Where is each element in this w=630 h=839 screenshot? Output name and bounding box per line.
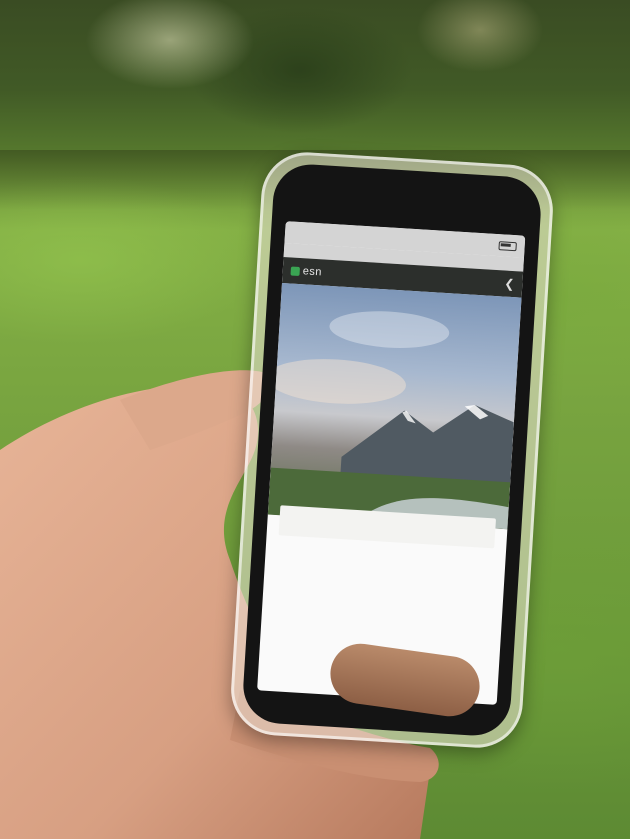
battery-icon (498, 240, 517, 251)
share-icon[interactable]: ❮ (504, 277, 515, 292)
logo-icon (290, 265, 301, 276)
logo-text: esn (302, 265, 323, 279)
card-body (289, 526, 485, 538)
phone-screen: esn ❮ (257, 221, 526, 705)
mountain-landscape (267, 311, 514, 530)
card-heading (290, 516, 486, 528)
hedge-background (0, 0, 630, 150)
hero-banner (267, 282, 522, 530)
card-footnote (289, 526, 485, 538)
app-logo[interactable]: esn (290, 264, 322, 278)
